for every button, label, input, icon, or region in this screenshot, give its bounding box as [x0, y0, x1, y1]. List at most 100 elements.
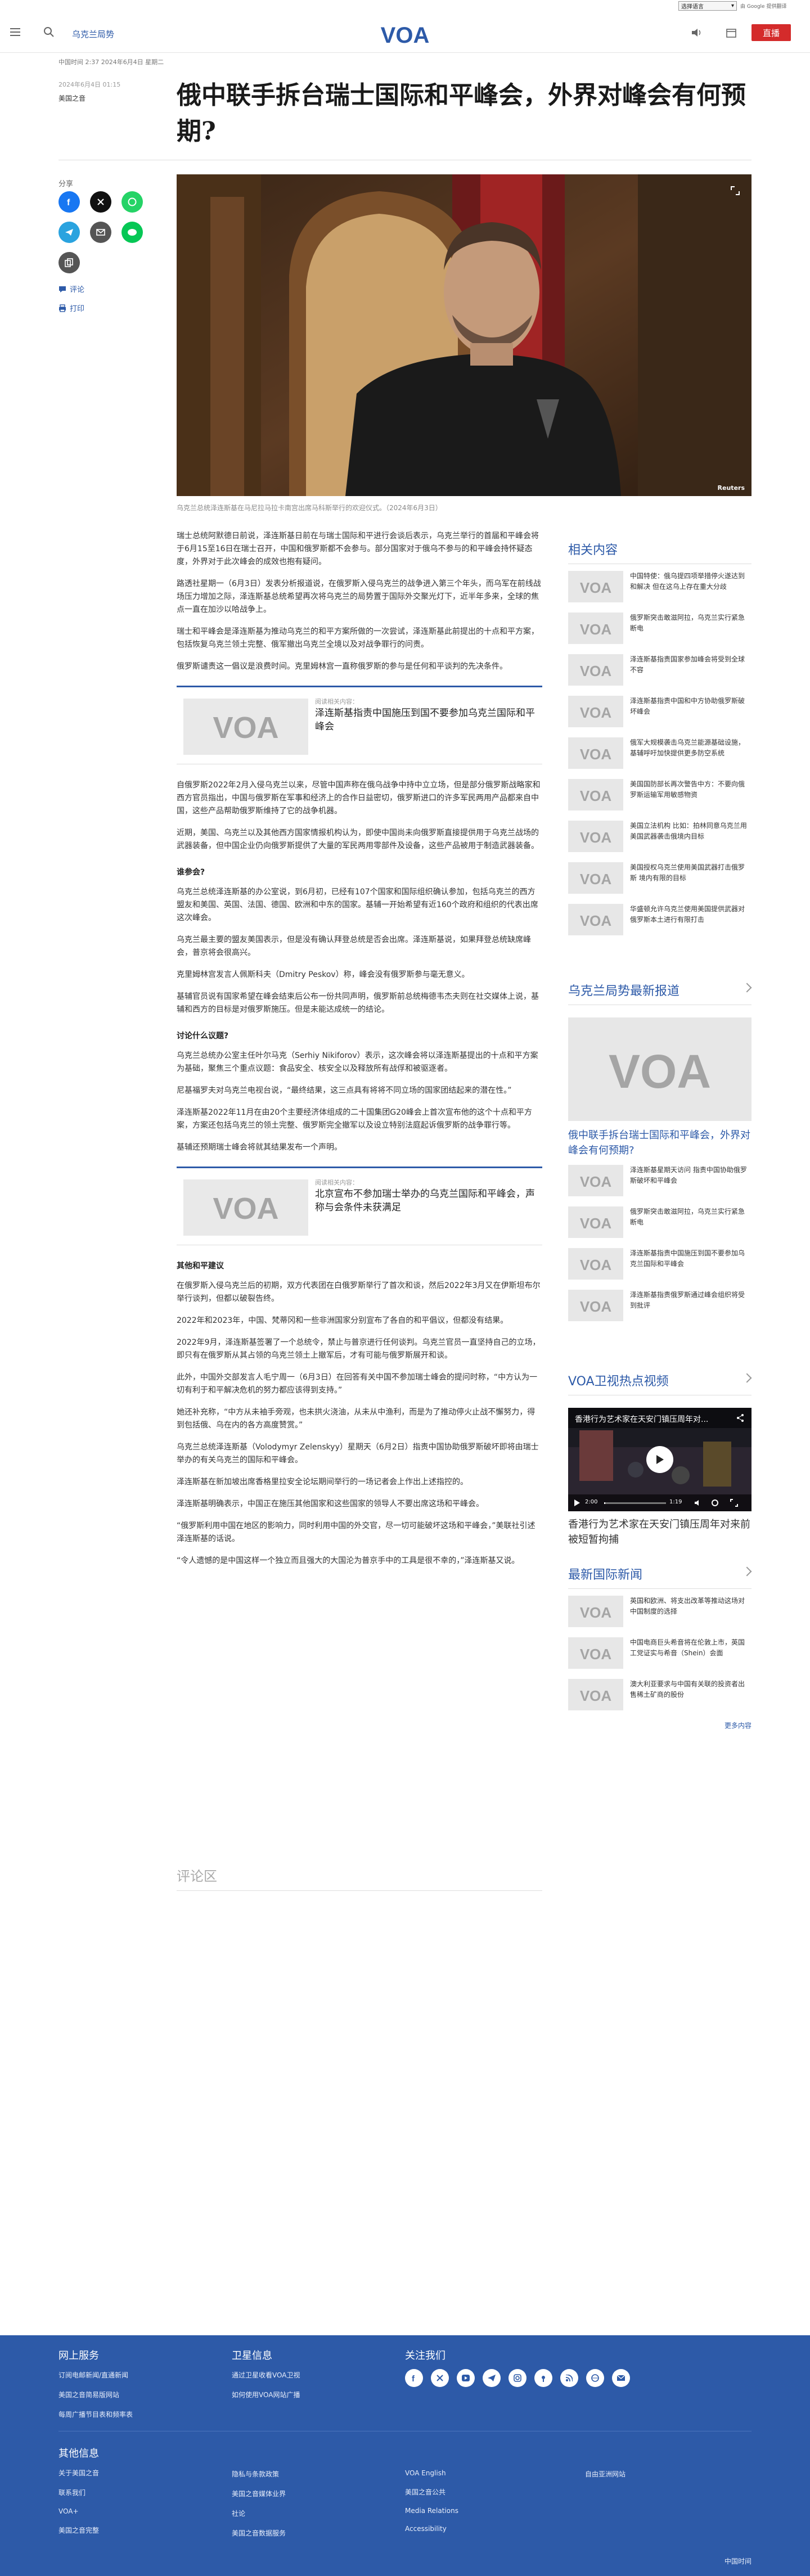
list-item[interactable]: VOA 泽连斯基指责中国和中方协助俄罗斯破坏峰会: [568, 696, 752, 731]
logo-text: VOA: [580, 579, 612, 595]
expand-icon[interactable]: [729, 184, 741, 197]
list-item[interactable]: VOA 中国电商巨头希音将在伦敦上市，英国工党证实与希音（Shein）会面: [568, 1637, 752, 1672]
latest-feature-title[interactable]: 俄中联手拆台瑞士国际和平峰会，外界对峰会有何预期?: [568, 1128, 752, 1158]
chevron-down-icon: ▾: [731, 3, 734, 9]
footer-link[interactable]: 如何使用VOA网站广播: [232, 2390, 300, 2399]
footer-link[interactable]: 通过卫星收看VOA卫视: [232, 2370, 300, 2380]
facebook-share-button[interactable]: f: [58, 191, 80, 213]
play-small-icon[interactable]: [574, 1499, 580, 1507]
list-item[interactable]: VOA 美国国防部长再次警告中方：不要向俄罗斯运输军用敏感物资: [568, 779, 752, 814]
tv-heading[interactable]: VOA卫视热点视频: [568, 1371, 752, 1395]
rss-icon[interactable]: [560, 2369, 578, 2387]
footer-link[interactable]: 社论: [232, 2509, 286, 2518]
list-item[interactable]: VOA 俄罗斯突击敢滋阿拉，乌克兰实行紧急断电: [568, 1206, 752, 1241]
footer-link[interactable]: Accessibility: [405, 2525, 458, 2533]
list-item[interactable]: VOA 中国特使：俄乌提四项举措停火遂达到和解决 但在这乌上存在重大分歧: [568, 571, 752, 606]
list-item[interactable]: VOA 泽连斯基指责俄罗斯通过峰会组织将受到批评: [568, 1290, 752, 1325]
footer-link[interactable]: 隐私与条款政策: [232, 2469, 286, 2479]
mail-icon[interactable]: [612, 2369, 630, 2387]
audio-icon[interactable]: [691, 27, 703, 38]
list-item[interactable]: VOA 泽连斯基星期天访问 指责中国协助俄罗斯破坏和平峰会: [568, 1165, 752, 1200]
video-player[interactable]: 香港行为艺术家在天安门镇压周年对... 2:00 1:19: [568, 1408, 752, 1511]
telegram-icon[interactable]: [483, 2369, 501, 2387]
line-share-button[interactable]: [122, 222, 143, 243]
list-item[interactable]: VOA 泽连斯基指责中国施压到国不要参加乌克兰国际和平峰会: [568, 1248, 752, 1283]
list-item-title: 俄罗斯突击敢滋阿拉，乌克兰实行紧急断电: [630, 1208, 745, 1226]
paragraph: 在俄罗斯入侵乌克兰后的初期，双方代表团在白俄罗斯举行了首次和谈，然后2022年3…: [177, 1281, 541, 1303]
comment-link[interactable]: 评论: [58, 283, 84, 294]
more-link[interactable]: 更多内容: [568, 1721, 752, 1730]
logo-text: VOA: [580, 1646, 612, 1661]
paragraph: 瑞士和平峰会是泽连斯基为推动乌克兰的和平方案所做的一次尝试，泽连斯基此前提出的十…: [177, 627, 539, 649]
list-item[interactable]: VOA 澳大利亚要求与中国有关联的投资者出售稀土矿商的股份: [568, 1679, 752, 1714]
paragraph: 自俄罗斯2022年2月入侵乌克兰以来，尽管中国声称在俄乌战争中持中立立场，但是部…: [177, 781, 541, 816]
language-select[interactable]: 选择语言 ▾: [678, 1, 737, 11]
share-icon[interactable]: [736, 1413, 745, 1422]
volume-icon[interactable]: [694, 1499, 702, 1507]
footer-link[interactable]: VOA English: [405, 2469, 458, 2477]
settings-icon[interactable]: [711, 1499, 719, 1507]
play-button[interactable]: [646, 1446, 673, 1473]
list-item[interactable]: VOA 泽连斯基指责国家参加峰会将受到全球不容: [568, 654, 752, 689]
list-item[interactable]: VOA 美国授权乌克兰使用美国武器打击俄罗斯 境内有限的目标: [568, 862, 752, 897]
footer-link[interactable]: 美国之音公共: [405, 2487, 458, 2497]
footer-link[interactable]: VOA+: [58, 2507, 99, 2515]
footer-link[interactable]: 订阅电邮新闻/直通新闻: [58, 2370, 133, 2380]
list-item[interactable]: VOA 俄军大规模袭击乌克兰能源基础设施，基辅呼吁加快提供更多防空系统: [568, 737, 752, 772]
voa-logo: VOA: [580, 1173, 612, 1188]
latest-feature-thumbnail[interactable]: VOA: [568, 1017, 752, 1121]
instagram-icon[interactable]: [508, 2369, 526, 2387]
youtube-icon[interactable]: [457, 2369, 475, 2387]
search-icon[interactable]: [43, 26, 55, 38]
logo-text: VOA: [580, 1604, 612, 1619]
list-item[interactable]: VOA 华盛顿允许乌克兰使用美国提供武器对俄罗斯本土进行有限打击: [568, 904, 752, 939]
whatsapp-share-button[interactable]: [122, 191, 143, 213]
related-article-card[interactable]: VOA 阅读相关内容： 泽连斯基指责中国施压到国不要参加乌克兰国际和平峰会: [177, 686, 542, 764]
article-body: 瑞士总统阿默德日前说，泽连斯基日前在与瑞士国际和平进行会谈后表示，乌克兰举行的首…: [177, 530, 542, 1577]
footer-link[interactable]: Media Relations: [405, 2507, 458, 2515]
footer-link[interactable]: 自由亚洲网站: [585, 2469, 626, 2479]
globe-icon[interactable]: [586, 2369, 604, 2387]
publish-date: 2024年6月4日 01:15: [58, 81, 121, 88]
x-icon[interactable]: [431, 2369, 449, 2387]
lead-photo[interactable]: Reuters: [177, 174, 752, 496]
video-scrubber[interactable]: [604, 1502, 666, 1504]
live-button[interactable]: 直播: [752, 24, 791, 41]
footer-heading: 卫星信息: [232, 2350, 272, 2362]
voa-logo[interactable]: VOA: [377, 22, 433, 46]
footer-link[interactable]: 美国之音媒体业界: [232, 2489, 286, 2498]
x-share-button[interactable]: [90, 191, 111, 213]
section-link[interactable]: 乌克兰局势: [72, 28, 114, 40]
telegram-share-button[interactable]: [58, 222, 80, 243]
footer-link[interactable]: 关于美国之音: [58, 2468, 99, 2478]
comment-link-label: 评论: [70, 286, 85, 294]
latest-heading[interactable]: 乌克兰局势最新报道: [568, 981, 752, 1005]
voa-logo: VOA: [580, 663, 612, 678]
voa-logo: VOA: [213, 711, 278, 744]
facebook-icon[interactable]: f: [405, 2369, 423, 2387]
fullscreen-icon[interactable]: [730, 1499, 738, 1507]
logo-text: VOA: [213, 1192, 278, 1224]
list-item[interactable]: VOA 英国和欧洲、将支出改革等推动这场对中国制度的选择: [568, 1596, 752, 1631]
footer-link[interactable]: 美国之音完整: [58, 2525, 99, 2535]
footer-other-col4: 自由亚洲网站: [585, 2469, 626, 2489]
email-share-button[interactable]: [90, 222, 111, 243]
video-caption[interactable]: 香港行为艺术家在天安门镇压周年对来前被短暂拘捕: [568, 1517, 752, 1547]
list-item-title: 泽连斯基指责中国施压到国不要参加乌克兰国际和平峰会: [630, 1249, 745, 1268]
intl-heading[interactable]: 最新国际新闻: [568, 1565, 752, 1589]
print-link[interactable]: 打印: [58, 303, 84, 313]
footer-link[interactable]: 联系我们: [58, 2488, 99, 2497]
footer-link[interactable]: 每周广播节目表和频率表: [58, 2410, 133, 2419]
list-item-title: 澳大利亚要求与中国有关联的投资者出售稀土矿商的股份: [630, 1680, 745, 1699]
chevron-right-icon: [742, 1566, 752, 1577]
calendar-icon[interactable]: [726, 27, 737, 38]
list-item[interactable]: VOA 美国立法机构 比如：拍林同意乌克兰用美国武器袭击俄境内目标: [568, 821, 752, 855]
related-article-card[interactable]: VOA 阅读相关内容： 北京宣布不参加瑞士举办的乌克兰国际和平峰会，声称与会条件…: [177, 1167, 542, 1245]
footer-link[interactable]: 美国之音简易版网站: [58, 2390, 133, 2399]
voa-logo: VOA: [580, 621, 612, 636]
podcast-icon[interactable]: [534, 2369, 552, 2387]
list-item[interactable]: VOA 俄罗斯突击敢滋阿拉，乌克兰实行紧急断电: [568, 613, 752, 647]
footer-link[interactable]: 美国之音数据服务: [232, 2528, 286, 2538]
copy-link-button[interactable]: [58, 252, 80, 273]
menu-icon[interactable]: [10, 28, 20, 38]
